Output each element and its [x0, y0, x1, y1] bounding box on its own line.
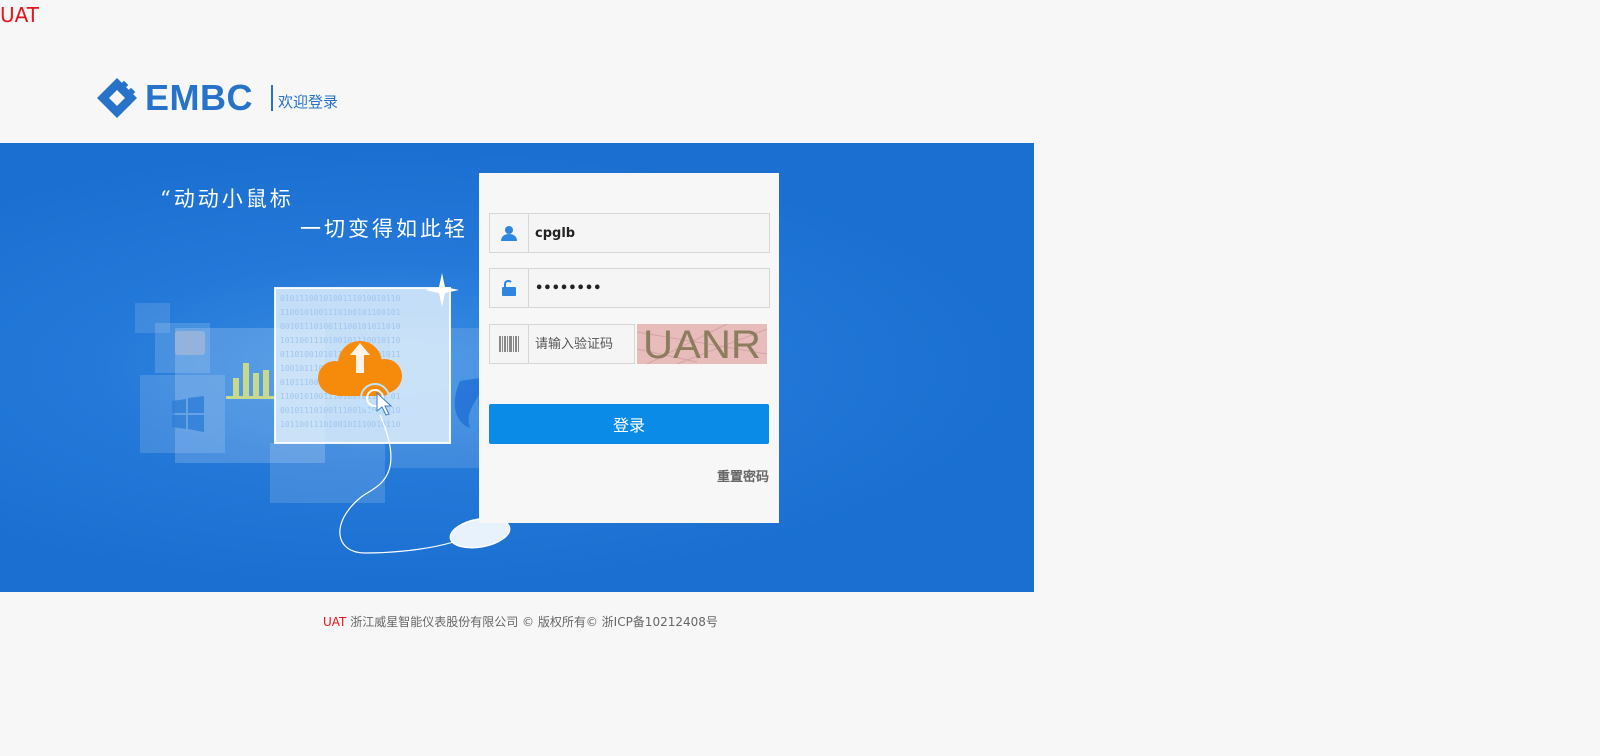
password-input[interactable]	[529, 269, 769, 307]
embc-logo-icon	[97, 78, 137, 118]
captcha-image[interactable]: UANR	[637, 324, 767, 364]
unlock-icon	[490, 269, 529, 307]
header-brand: EMBC 欢迎登录	[95, 76, 338, 120]
captcha-field-group	[489, 324, 635, 364]
cloud-upload-mouse-illustration: 0101110010100111010010110 11001010011101…	[135, 273, 511, 554]
brand-divider	[271, 85, 273, 111]
svg-text:0101110010100111010010110: 0101110010100111010010110	[280, 294, 401, 303]
barcode-icon	[490, 325, 529, 363]
slogan-line-1: “动动小鼠标	[160, 187, 294, 211]
user-icon	[490, 214, 529, 252]
captcha-text: UANR	[643, 324, 761, 364]
slogan-line-2: 一切变得如此轻	[300, 217, 468, 241]
welcome-text: 欢迎登录	[278, 92, 339, 111]
password-field-group	[489, 268, 770, 308]
svg-text:1100101001110100101100101: 1100101001110100101100101	[280, 308, 401, 317]
login-form: UANR 登录 重置密码	[479, 173, 779, 523]
brand-name: EMBC	[145, 77, 253, 118]
page-footer: UAT 浙江威星智能仪表股份有限公司 © 版权所有© 浙ICP备10212408…	[323, 613, 718, 630]
svg-text:1011001110100101110010110: 1011001110100101110010110	[280, 336, 401, 345]
captcha-input[interactable]	[529, 325, 634, 363]
footer-env-tag: UAT	[323, 615, 347, 629]
footer-copyright: 浙江威星智能仪表股份有限公司 © 版权所有© 浙ICP备10212408号	[346, 615, 718, 629]
username-field-group	[489, 213, 770, 253]
username-input[interactable]	[529, 214, 769, 252]
svg-text:0010111010011100101011010: 0010111010011100101011010	[280, 322, 401, 331]
reset-password-link[interactable]: 重置密码	[717, 466, 769, 485]
environment-tag: UAT	[0, 3, 39, 27]
login-button[interactable]: 登录	[489, 404, 769, 444]
